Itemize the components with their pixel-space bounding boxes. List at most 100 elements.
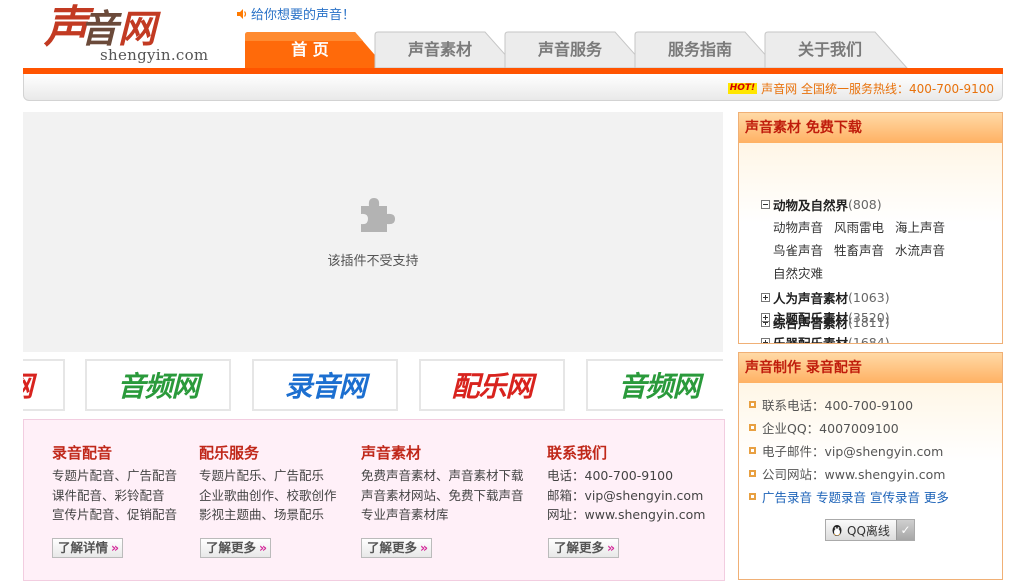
button-label: 了解更多: [206, 540, 257, 555]
site-logo[interactable]: 声 音 网 shengyin.com: [44, 0, 208, 66]
speaker-icon: [237, 8, 247, 19]
bullet-icon: [749, 493, 756, 500]
partner-logo-text: 音频网: [117, 370, 199, 403]
partner-logo[interactable]: 音频网: [85, 359, 231, 411]
learn-more-button[interactable]: 了解更多»: [200, 538, 272, 558]
main-nav: 首 页 声音素材 声音服务 服务指南 关于我们: [243, 31, 943, 69]
qq-button-label: QQ离线: [847, 523, 890, 538]
service-title[interactable]: 声音素材: [361, 442, 524, 463]
materials-tree-overflow: 主题配乐素材 (3520) 乐器配乐素材 (1684): [739, 143, 1002, 343]
hot-badge: HOT!: [727, 83, 758, 94]
category-instrument-music[interactable]: 乐器配乐素材 (1684): [761, 333, 890, 343]
category-count: (3520): [848, 310, 890, 325]
double-chevron-icon: »: [110, 540, 120, 555]
service-line: 邮箱：vip@shengyin.com: [547, 487, 704, 503]
service-title[interactable]: 录音配音: [52, 442, 177, 463]
button-label: 了解更多: [554, 540, 605, 555]
logo-graphic: 声 音 网: [44, 2, 161, 50]
service-line[interactable]: 专题片配乐、广告配乐: [199, 466, 337, 486]
tab-about-us[interactable]: 关于我们: [763, 31, 909, 69]
double-chevron-icon: »: [258, 540, 268, 555]
double-chevron-icon: »: [606, 540, 616, 555]
service-recording: 录音配音 专题片配音、广告配音 课件配音、彩铃配音 宣传片配音、促销配音: [52, 442, 177, 525]
tab-home-label: 首 页: [291, 40, 329, 59]
service-line[interactable]: 专业声音素材库: [361, 505, 524, 525]
contact-text: 电子邮件：vip@shengyin.com: [762, 444, 944, 459]
tab-sound-services[interactable]: 声音服务: [503, 31, 649, 69]
contact-text: 企业QQ：4007009100: [762, 421, 899, 436]
tab-sound-materials[interactable]: 声音素材: [373, 31, 519, 69]
double-chevron-icon: »: [419, 540, 429, 555]
plugin-message: 该插件不受支持: [327, 254, 419, 269]
partner-logo[interactable]: 音频网: [586, 359, 723, 411]
bullet-icon: [749, 424, 756, 431]
service-line[interactable]: 影视主题曲、场景配乐: [199, 505, 337, 525]
service-contact: 联系我们 电话：400-700-9100 邮箱：vip@shengyin.com…: [547, 442, 705, 525]
materials-panel: 声音素材 免费下载 动物及自然界 (808) 动物声音 风雨雷电 海上声音 鸟雀…: [738, 112, 1003, 344]
category-name: 主题配乐素材: [773, 311, 849, 326]
site-slogan: 给你想要的声音！: [236, 4, 355, 23]
button-label: 了解详情: [58, 540, 109, 555]
expand-icon[interactable]: [761, 338, 770, 343]
production-contact-list: 联系电话：400-700-9100 企业QQ：4007009100 电子邮件：v…: [739, 383, 1002, 579]
contact-text: 公司网站：www.shengyin.com: [762, 467, 946, 482]
service-line[interactable]: 声音素材网站、免费下载声音: [361, 486, 524, 506]
svg-text:音: 音: [80, 6, 122, 50]
category-theme-music[interactable]: 主题配乐素材 (3520): [761, 308, 890, 327]
hotline: HOT! 声音网 全国统一服务热线：400-700-9100: [727, 80, 994, 97]
check-icon: ✓: [896, 520, 914, 540]
puzzle-icon: [361, 198, 395, 232]
service-title[interactable]: 配乐服务: [199, 442, 337, 463]
production-panel-title[interactable]: 声音制作 录音配音: [739, 353, 1002, 383]
hotline-bar: HOT! 声音网 全国统一服务热线：400-700-9100: [23, 74, 1003, 101]
service-line: 网址：www.shengyin.com: [547, 507, 706, 522]
category-count: (1684): [848, 335, 890, 343]
service-title[interactable]: 联系我们: [547, 442, 705, 463]
tab-sound-materials-label: 声音素材: [407, 40, 472, 59]
bullet-icon: [749, 470, 756, 477]
learn-more-button[interactable]: 了解更多»: [548, 538, 620, 558]
learn-details-button[interactable]: 了解详情»: [52, 538, 124, 558]
partner-logo[interactable]: 录音网: [252, 359, 398, 411]
tab-home[interactable]: 首 页: [243, 31, 389, 69]
service-line[interactable]: 宣传片配音、促销配音: [52, 505, 177, 525]
qq-offline-button[interactable]: QQ离线 ✓: [825, 519, 915, 541]
service-line: 电话：400-700-9100: [547, 468, 674, 483]
tab-service-guide-label: 服务指南: [667, 40, 732, 59]
bullet-icon: [749, 447, 756, 454]
contact-website: 公司网站：www.shengyin.com: [749, 464, 945, 483]
partner-logo[interactable]: 配乐网: [23, 359, 65, 411]
hotline-text: 声音网 全国统一服务热线：400-700-9100: [761, 82, 994, 96]
contact-email: 电子邮件：vip@shengyin.com: [749, 441, 943, 460]
unsupported-plugin: 该插件不受支持: [23, 112, 723, 352]
logo-domain: shengyin.com: [100, 46, 209, 64]
tab-sound-services-label: 声音服务: [537, 40, 602, 59]
expand-icon[interactable]: [761, 313, 770, 322]
tab-service-guide[interactable]: 服务指南: [633, 31, 779, 69]
partner-logo-text: 录音网: [284, 370, 366, 403]
service-line[interactable]: 免费声音素材、声音素材下载: [361, 466, 524, 486]
recording-links-text[interactable]: 广告录音 专题录音 宣传录音 更多: [762, 487, 949, 506]
learn-more-button[interactable]: 了解更多»: [361, 538, 433, 558]
recording-links[interactable]: 广告录音 专题录音 宣传录音 更多: [749, 487, 949, 506]
tab-about-us-label: 关于我们: [797, 40, 862, 59]
button-label: 了解更多: [367, 540, 418, 555]
bullet-icon: [749, 401, 756, 408]
service-line[interactable]: 企业歌曲创作、校歌创作: [199, 486, 337, 506]
partner-logo-text: 音频网: [618, 370, 700, 403]
category-name: 乐器配乐素材: [773, 333, 848, 343]
service-materials: 声音素材 免费声音素材、声音素材下载 声音素材网站、免费下载声音 专业声音素材库: [361, 442, 524, 525]
service-line[interactable]: 课件配音、彩铃配音: [52, 486, 177, 506]
partner-logo-text: 配乐网: [451, 370, 533, 403]
service-music: 配乐服务 专题片配乐、广告配乐 企业歌曲创作、校歌创作 影视主题曲、场景配乐: [199, 442, 337, 525]
contact-text: 联系电话：400-700-9100: [762, 398, 914, 413]
partner-logo[interactable]: 配乐网: [419, 359, 565, 411]
materials-panel-title[interactable]: 声音素材 免费下载: [739, 113, 1002, 143]
contact-phone: 联系电话：400-700-9100: [749, 395, 913, 414]
svg-text:网: 网: [118, 6, 161, 50]
partner-logo-strip: 配乐网 音频网 录音网 配乐网 音频网: [23, 358, 723, 413]
service-line[interactable]: 专题片配音、广告配音: [52, 466, 177, 486]
production-panel: 声音制作 录音配音 联系电话：400-700-9100 企业QQ：4007009…: [738, 352, 1003, 580]
slogan-text: 给你想要的声音！: [251, 8, 356, 23]
qq-penguin-icon: [832, 525, 842, 536]
